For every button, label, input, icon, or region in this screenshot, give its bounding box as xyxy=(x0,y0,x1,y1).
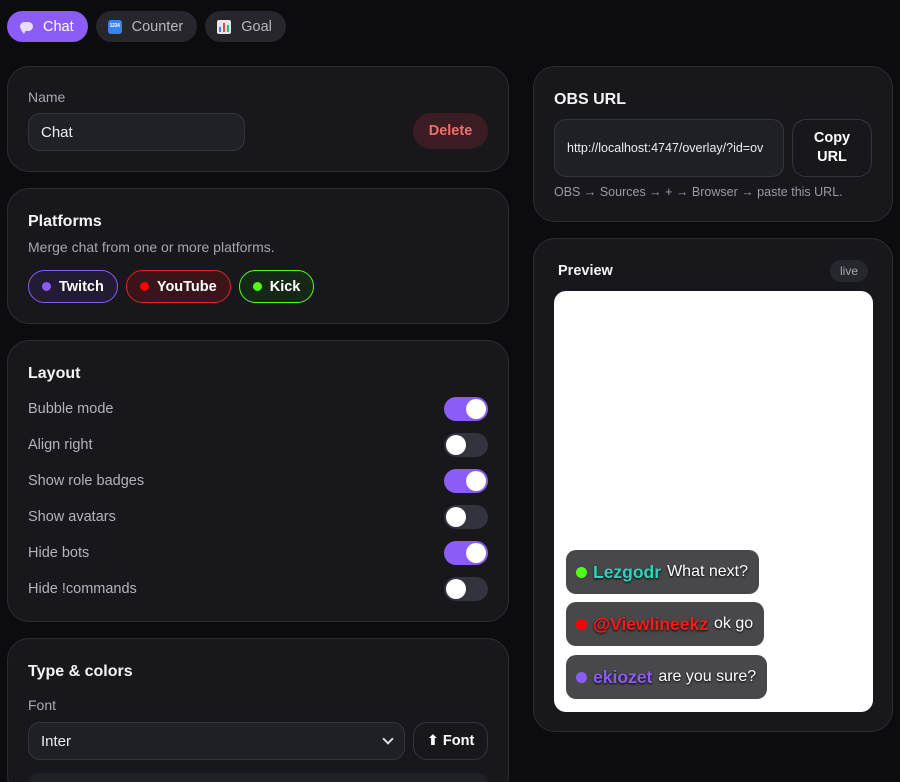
twitch-dot-icon xyxy=(42,282,51,291)
hide-commands-toggle[interactable] xyxy=(444,577,488,601)
option-show-avatars: Show avatars xyxy=(28,505,488,529)
layout-card: Layout Bubble mode Align right Show role… xyxy=(7,340,509,622)
platforms-subtitle: Merge chat from one or more platforms. xyxy=(28,239,275,255)
align-right-toggle[interactable] xyxy=(444,433,488,457)
chat-message: ekiozet are you sure? xyxy=(566,655,768,699)
platform-chip-twitch[interactable]: Twitch xyxy=(28,270,118,303)
chat-text: are you sure? xyxy=(658,668,757,685)
hide-bots-toggle[interactable] xyxy=(444,541,488,565)
option-label: Bubble mode xyxy=(28,401,114,417)
chat-username: ekiozet xyxy=(593,666,653,687)
option-hide-commands: Hide !commands xyxy=(28,577,488,601)
kick-dot-icon xyxy=(252,282,262,291)
bubble-mode-toggle[interactable] xyxy=(444,397,488,421)
chat-bubble-icon xyxy=(19,20,33,34)
platform-chip-kick[interactable]: Kick xyxy=(238,270,315,303)
option-bubble-mode: Bubble mode xyxy=(28,397,488,421)
kick-dot-icon xyxy=(576,566,587,578)
obs-hint: OBS → Sources → + → Browser → paste this… xyxy=(554,185,843,199)
platform-chip-label: Kick xyxy=(269,278,301,295)
option-show-role-badges: Show role badges xyxy=(28,469,488,493)
color-field[interactable] xyxy=(28,773,488,782)
youtube-dot-icon xyxy=(576,618,587,630)
tab-bar: Chat 1234 Counter Goal xyxy=(7,11,286,42)
chat-message: Lezgodr What next? xyxy=(566,550,759,594)
obs-url-input[interactable]: http://localhost:4747/overlay/?id=ov xyxy=(554,119,784,177)
platform-chip-label: Twitch xyxy=(59,278,104,295)
show-avatars-toggle[interactable] xyxy=(444,505,488,529)
show-role-badges-toggle[interactable] xyxy=(444,469,488,493)
tab-chat-label: Chat xyxy=(43,18,74,35)
preview-title: Preview xyxy=(558,263,613,279)
option-label: Hide bots xyxy=(28,545,90,561)
delete-button[interactable]: Delete xyxy=(413,113,488,149)
chevron-down-icon xyxy=(382,733,394,745)
tab-chat[interactable]: Chat xyxy=(7,11,88,42)
platform-chip-label: YouTube xyxy=(156,278,217,295)
option-hide-bots: Hide bots xyxy=(28,541,488,565)
counter-icon-text: 1234 xyxy=(107,19,122,34)
font-select-value: Inter xyxy=(41,732,72,750)
twitch-dot-icon xyxy=(576,671,587,683)
type-colors-title: Type & colors xyxy=(28,663,133,680)
chat-username: Lezgodr xyxy=(593,561,662,582)
copy-url-button[interactable]: Copy URL xyxy=(792,119,872,177)
layout-title: Layout xyxy=(28,365,81,382)
name-label: Name xyxy=(28,89,66,105)
chat-username: @Viewlineekz xyxy=(593,613,708,634)
tab-goal[interactable]: Goal xyxy=(205,11,286,42)
name-input[interactable]: Chat xyxy=(28,113,245,151)
live-badge: live xyxy=(829,260,868,282)
chat-message: @Viewlineekz ok go xyxy=(566,602,765,646)
counter-icon: 1234 xyxy=(107,19,122,34)
preview-stage: Lezgodr What next? @Viewlineekz ok go ek… xyxy=(554,291,873,712)
obs-url-card: OBS URL http://localhost:4747/overlay/?i… xyxy=(533,66,893,222)
platform-chip-youtube[interactable]: YouTube xyxy=(125,270,231,303)
tab-goal-label: Goal xyxy=(241,18,272,35)
platforms-title: Platforms xyxy=(28,213,102,230)
obs-url-title: OBS URL xyxy=(554,91,626,108)
chat-text: What next? xyxy=(667,563,748,580)
option-label: Hide !commands xyxy=(28,581,137,597)
font-select[interactable]: Inter xyxy=(28,722,405,760)
chat-text: ok go xyxy=(714,615,754,632)
option-align-right: Align right xyxy=(28,433,488,457)
bar-chart-icon xyxy=(217,19,232,34)
option-label: Align right xyxy=(28,437,93,453)
youtube-dot-icon xyxy=(139,282,149,291)
type-colors-card: Type & colors Font Inter ⬆ Font xyxy=(7,638,509,782)
platforms-card: Platforms Merge chat from one or more pl… xyxy=(7,188,509,324)
font-label: Font xyxy=(28,697,57,713)
tab-counter[interactable]: 1234 Counter xyxy=(95,11,198,42)
option-label: Show avatars xyxy=(28,509,116,525)
option-label: Show role badges xyxy=(28,473,145,489)
name-card: Name Chat Delete xyxy=(7,66,509,172)
tab-counter-label: Counter xyxy=(131,18,184,35)
upload-font-button[interactable]: ⬆ Font xyxy=(413,722,488,760)
preview-card: Preview live Lezgodr What next? @Viewlin… xyxy=(533,238,893,732)
